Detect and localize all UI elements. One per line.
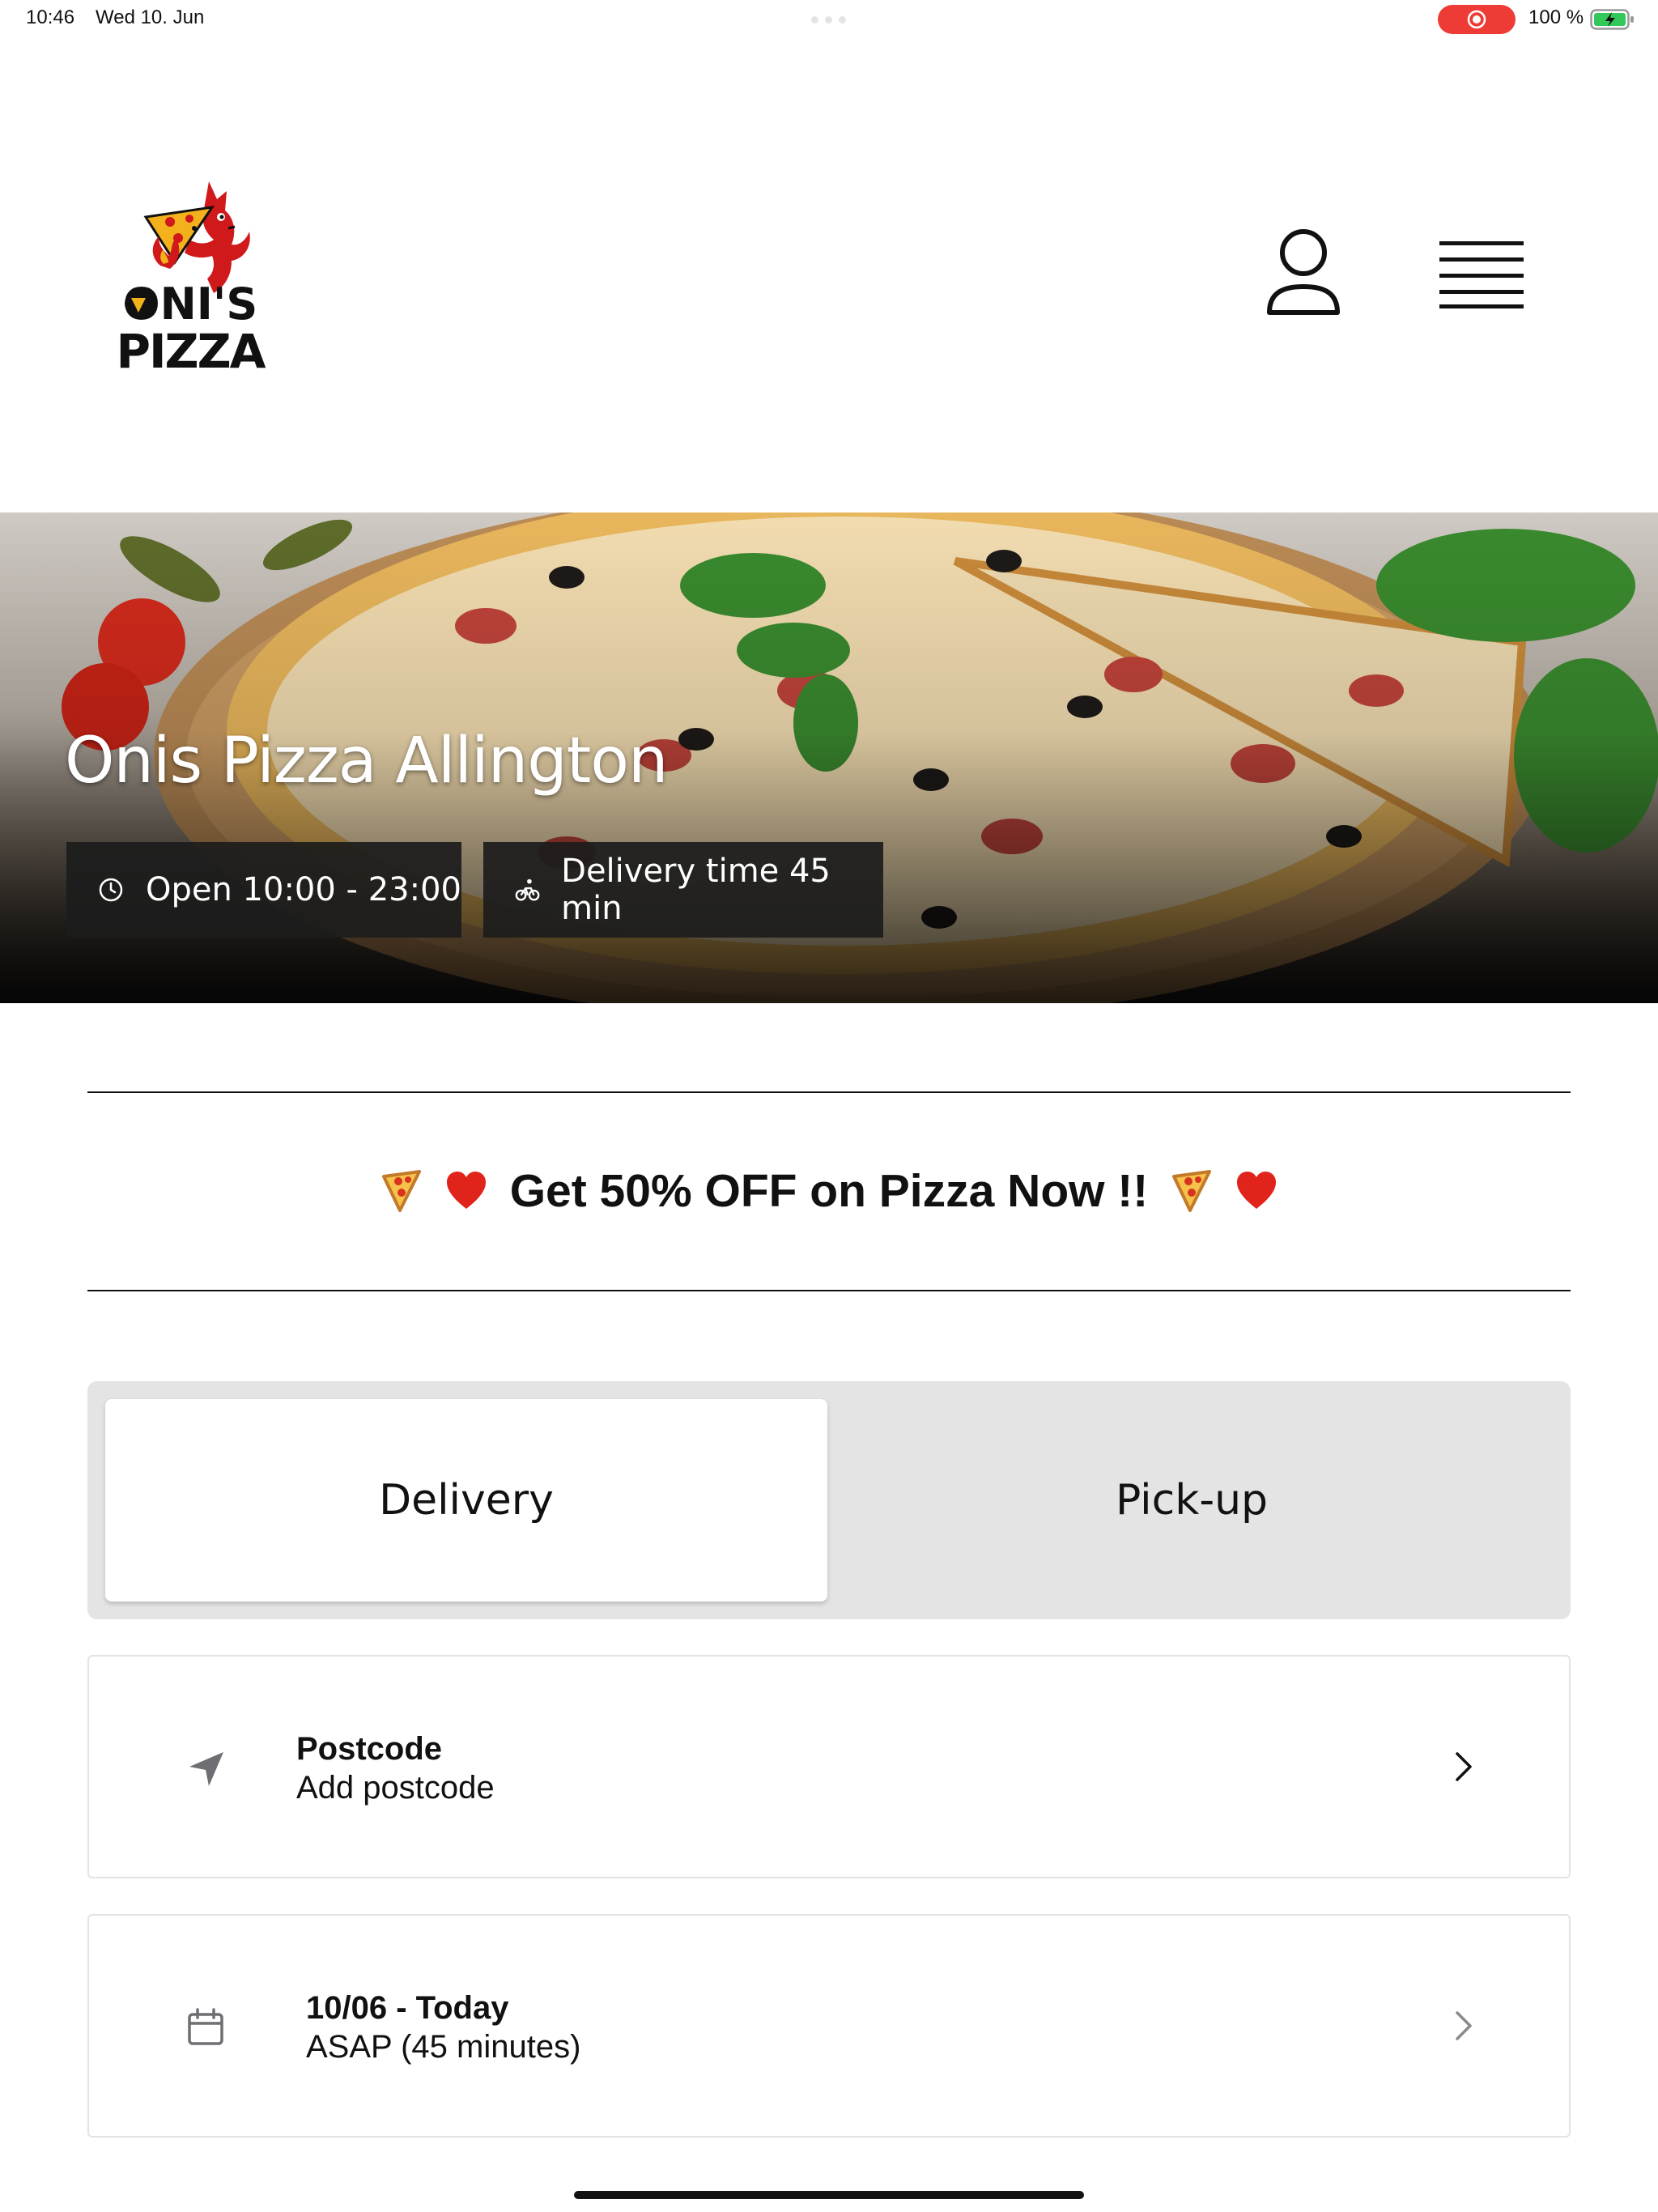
- heart-emoji-icon: [446, 1172, 486, 1209]
- postcode-value: Add postcode: [296, 1770, 495, 1806]
- multitasking-dots[interactable]: [811, 16, 846, 23]
- promo-banner: Get 50% OFF on Pizza Now !!: [87, 1163, 1571, 1219]
- pickup-option[interactable]: Pick-up: [831, 1399, 1553, 1602]
- chevron-right-icon: [1456, 1752, 1472, 1781]
- pizza-emoji-icon: [1172, 1170, 1212, 1212]
- svg-text:PIZZA: PIZZA: [116, 324, 266, 377]
- restaurant-hero: Onis Pizza Allington Open 10:00 - 23:00 …: [0, 513, 1658, 1003]
- chevron-right-icon: [1456, 2011, 1472, 2040]
- bicycle-icon: [515, 878, 540, 901]
- restaurant-name: Onis Pizza Allington: [65, 725, 668, 798]
- delivery-time-row[interactable]: 10/06 - Today ASAP (45 minutes): [87, 1914, 1571, 2138]
- postcode-row[interactable]: Postcode Add postcode: [87, 1655, 1571, 1878]
- status-time: 10:46: [26, 6, 75, 28]
- status-date: Wed 10. Jun: [96, 6, 205, 28]
- order-mode-toggle: Delivery Pick-up: [87, 1381, 1571, 1619]
- divider-bottom: [87, 1290, 1571, 1291]
- status-bar: 10:46 Wed 10. Jun 100 %: [0, 0, 1658, 39]
- clock-icon: [99, 878, 123, 902]
- screen-recording-indicator[interactable]: [1438, 5, 1516, 34]
- divider-top: [87, 1091, 1571, 1093]
- record-icon: [1467, 10, 1486, 29]
- battery-percentage: 100 %: [1528, 6, 1584, 28]
- onis-pizza-logo[interactable]: ONI'S PIZZA: [113, 175, 267, 377]
- location-arrow-icon: [189, 1752, 223, 1786]
- delivery-time-value: ASAP (45 minutes): [306, 2029, 581, 2065]
- delivery-date: 10/06 - Today: [306, 1990, 509, 2026]
- delivery-option[interactable]: Delivery: [105, 1399, 827, 1602]
- delivery-time-badge: Delivery time 45 min: [483, 842, 883, 938]
- calendar-icon: [188, 2008, 223, 2045]
- promo-text: Get 50% OFF on Pizza Now !!: [509, 1165, 1149, 1217]
- account-icon[interactable]: [1263, 228, 1344, 319]
- home-indicator[interactable]: [574, 2191, 1084, 2199]
- opening-hours-badge: Open 10:00 - 23:00: [66, 842, 461, 938]
- opening-hours-text: Open 10:00 - 23:00: [146, 871, 461, 908]
- hamburger-menu-icon[interactable]: [1439, 238, 1524, 311]
- postcode-label: Postcode: [296, 1731, 443, 1767]
- delivery-time-text: Delivery time 45 min: [561, 853, 831, 927]
- heart-emoji-icon: [1237, 1172, 1277, 1209]
- pizza-emoji-icon: [381, 1170, 421, 1212]
- battery-charging-icon: [1590, 9, 1634, 30]
